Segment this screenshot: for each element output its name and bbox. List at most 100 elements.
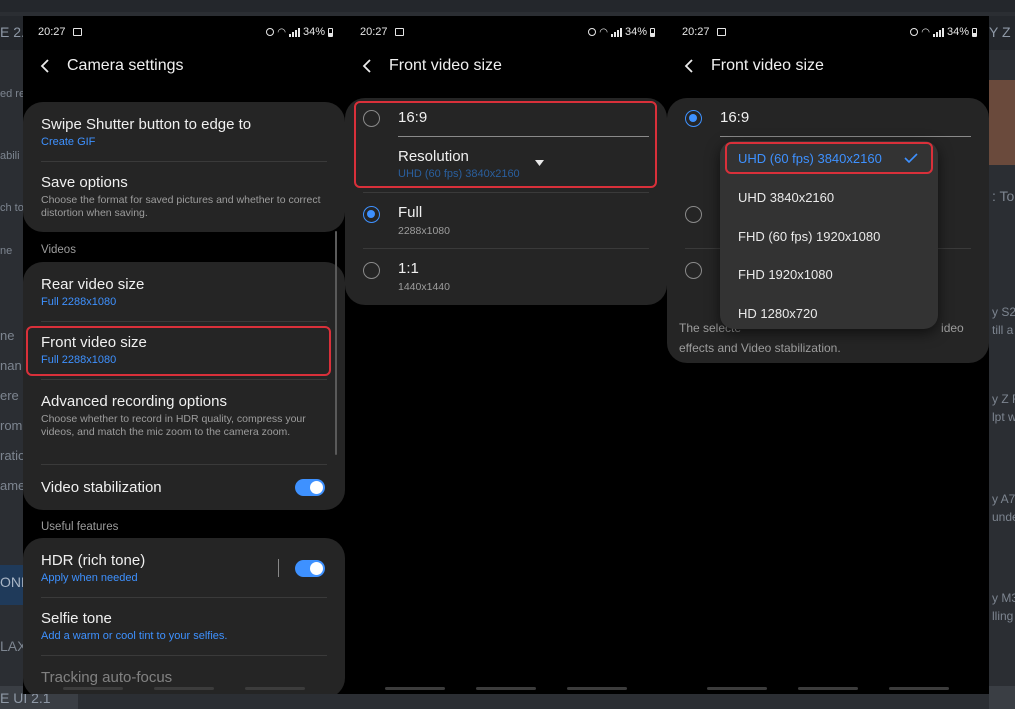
bg-text: ONE: [0, 574, 23, 590]
battery-icon: [650, 27, 655, 37]
divider-vertical: [278, 559, 279, 577]
back-arrow-icon: [684, 59, 693, 73]
alarm-icon: [266, 28, 275, 36]
nav-handle: [245, 687, 305, 690]
swipe-shutter-setting[interactable]: Swipe Shutter button to edge to Create G…: [41, 116, 327, 148]
bg-text: Y Z: [989, 24, 1011, 40]
advanced-recording-setting[interactable]: Advanced recording options Choose whethe…: [41, 393, 327, 439]
dropdown-option-hd[interactable]: HD 1280x720: [738, 306, 818, 321]
tracking-autofocus-setting[interactable]: Tracking auto-focus: [41, 669, 327, 686]
bg-text: lling: [992, 609, 1014, 623]
option-1-1[interactable]: 1:1 1440x1440: [398, 260, 450, 294]
selfie-tone-setting[interactable]: Selfie tone Add a warm or cool tint to y…: [41, 610, 327, 642]
status-time: 20:27: [360, 26, 388, 38]
status-bar: 20:27 ◠ 34%: [23, 26, 345, 42]
scrollbar[interactable]: [335, 231, 337, 455]
section-header-useful: Useful features: [41, 521, 119, 533]
settings-card-videos: Rear video size Full 2288x1080 Front vid…: [23, 262, 345, 510]
settings-card-useful: HDR (rich tone) Apply when needed Selfie…: [23, 538, 345, 694]
page-title: Front video size: [711, 57, 824, 74]
bg-text: ere: [0, 388, 19, 403]
back-arrow-icon: [362, 59, 371, 73]
nav-handle: [476, 687, 536, 690]
setting-value: Full 2288x1080: [41, 296, 117, 308]
signal-icon: [610, 27, 622, 37]
option-full[interactable]: Full 2288x1080: [398, 204, 450, 238]
wifi-icon: ◠: [921, 26, 930, 38]
status-time: 20:27: [682, 26, 710, 38]
hdr-setting[interactable]: HDR (rich tone) Apply when needed: [41, 552, 327, 584]
battery-icon: [972, 27, 977, 37]
option-sub: 2288x1080: [398, 225, 450, 237]
signal-icon: [932, 27, 944, 37]
bg-text: lpt w: [992, 410, 1015, 424]
option-16-9-label: 16:9: [720, 109, 750, 126]
nav-handle: [63, 687, 123, 690]
bg-text: LAXY: [0, 638, 23, 654]
app-header: Camera settings: [23, 54, 345, 78]
bg-text: ed re: [0, 88, 23, 100]
video-stabilization-toggle[interactable]: [295, 479, 325, 496]
radio-1-1[interactable]: [363, 262, 380, 279]
option-sub: 1440x1440: [398, 281, 450, 293]
back-button[interactable]: [23, 54, 67, 78]
bg-text: abili: [0, 150, 20, 162]
divider: [41, 321, 327, 322]
radio-full[interactable]: [363, 206, 380, 223]
bg-text: till a: [992, 323, 1014, 337]
bg-text: ratio: [0, 448, 23, 463]
battery-percent: 34%: [946, 26, 969, 38]
nav-bar: [667, 687, 989, 690]
dropdown-option-fhd60[interactable]: FHD (60 fps) 1920x1080: [738, 229, 880, 244]
back-button[interactable]: [667, 54, 711, 78]
highlight-uhd60-option: [725, 142, 933, 174]
bg-text: ne: [0, 245, 13, 257]
alarm-icon: [588, 28, 597, 36]
wifi-icon: ◠: [277, 26, 286, 38]
radio-16-9[interactable]: [685, 110, 702, 127]
highlight-16-9-option: [354, 101, 657, 188]
status-bar: 20:27 ◠ 34%: [667, 26, 989, 42]
radio-full[interactable]: [685, 206, 702, 223]
nav-handle: [889, 687, 949, 690]
battery-percent: 34%: [624, 26, 647, 38]
dropdown-option-fhd[interactable]: FHD 1920x1080: [738, 267, 833, 282]
settings-card-general: Swipe Shutter button to edge to Create G…: [23, 102, 345, 232]
rear-video-size-setting[interactable]: Rear video size Full 2288x1080: [41, 276, 327, 308]
setting-title: Video stabilization: [41, 479, 162, 496]
dropdown-option-uhd[interactable]: UHD 3840x2160: [738, 190, 834, 205]
hdr-toggle[interactable]: [295, 560, 325, 577]
status-time: 20:27: [38, 26, 66, 38]
bg-text: E 2.1: [0, 24, 23, 40]
camera-settings-screen: 20:27 ◠ 34% Camera settings Swipe Shutte…: [23, 16, 345, 694]
divider: [41, 464, 327, 465]
setting-value: Create GIF: [41, 136, 96, 148]
radio-1-1[interactable]: [685, 262, 702, 279]
front-video-size-screen: 20:27 ◠ 34% Front video size 16:9 Resolu…: [345, 16, 667, 694]
nav-handle: [385, 687, 445, 690]
bg-footer: [989, 686, 1015, 709]
note-end: ideo: [941, 321, 964, 335]
setting-title: HDR (rich tone): [41, 552, 146, 569]
setting-title: Rear video size: [41, 276, 145, 293]
divider: [41, 597, 327, 598]
setting-value: Add a warm or cool tint to your selfies.: [41, 630, 228, 642]
video-stabilization-setting[interactable]: Video stabilization: [41, 479, 327, 496]
section-header-videos: Videos: [41, 244, 76, 256]
save-options-setting[interactable]: Save options Choose the format for saved…: [41, 174, 327, 220]
nav-handle: [567, 687, 627, 690]
setting-description: Choose the format for saved pictures and…: [41, 194, 321, 219]
nav-bar: [345, 687, 667, 690]
bg-image: [989, 80, 1015, 165]
bg-text: y A7: [992, 492, 1015, 506]
page-title: Camera settings: [67, 57, 184, 74]
setting-description: Choose whether to record in HDR quality,…: [41, 413, 306, 438]
bg-text: unde: [992, 510, 1015, 524]
back-button[interactable]: [345, 54, 389, 78]
bg-top-bar: [0, 0, 1015, 12]
bg-text: ne: [0, 328, 15, 343]
bg-text: ame: [0, 478, 23, 493]
nav-handle: [707, 687, 767, 690]
setting-title: Tracking auto-focus: [41, 669, 173, 686]
bg-text: y S2: [992, 305, 1015, 319]
